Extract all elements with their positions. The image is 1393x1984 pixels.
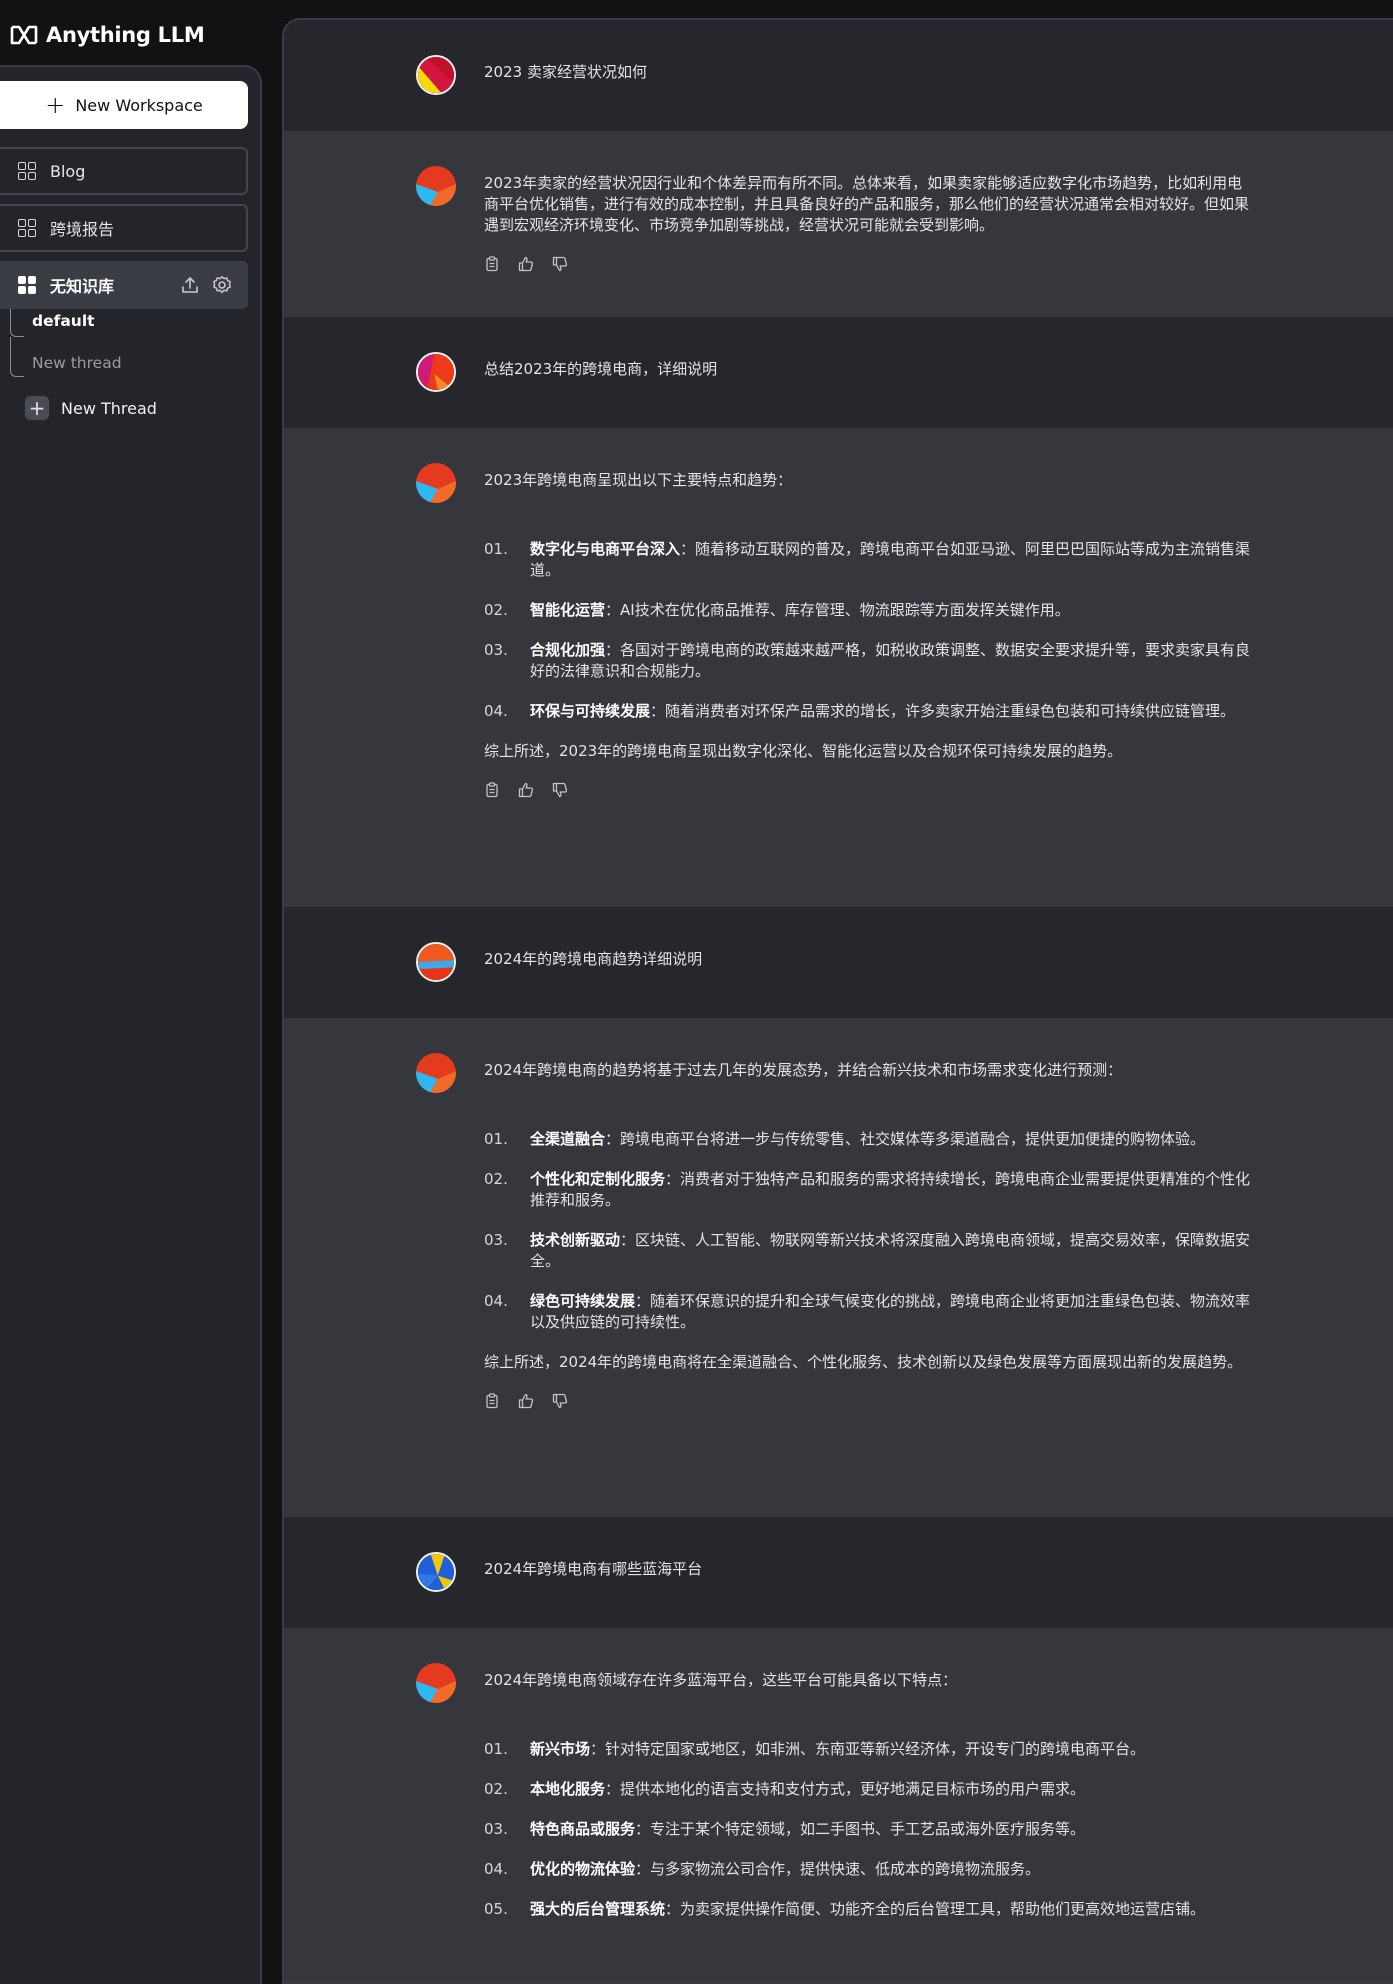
message-intro: 2024年跨境电商的趋势将基于过去几年的发展态势，并结合新兴技术和市场需求变化进… (484, 1061, 1123, 1079)
message-text: 总结2023年的跨境电商，详细说明 (484, 360, 718, 378)
user-message: 2023 卖家经营状况如何 (284, 20, 1393, 131)
user-message: 2024年跨境电商有哪些蓝海平台 (284, 1517, 1393, 1628)
new-workspace-button[interactable]: + New Workspace (0, 81, 248, 129)
numbered-list: 01. 新兴市场：针对特定国家或地区，如非洲、东南亚等新兴经济体，开设专门的跨境电… (484, 1739, 1254, 1920)
copy-icon[interactable] (484, 1393, 500, 1409)
message-summary: 综上所述，2024年的跨境电商将在全渠道融合、个性化服务、技术创新以及绿色发展等… (484, 1353, 1243, 1371)
workspace-label: 无知识库 (50, 277, 115, 296)
workspace-label: 跨境报告 (50, 220, 115, 239)
user-message: 总结2023年的跨境电商，详细说明 (284, 317, 1393, 428)
numbered-list: 01. 全渠道融合：跨境电商平台将进一步与传统零售、社交媒体等多渠道融合，提供更加… (484, 1129, 1254, 1333)
workspace-item-cross-border-report[interactable]: 跨境报告 (0, 204, 248, 252)
new-thread-button[interactable]: + New Thread (25, 396, 157, 420)
list-item: 02. 本地化服务：提供本地化的语言支持和支付方式，更好地满足目标市场的用户需求。 (484, 1780, 1086, 1798)
list-item: 03. 特色商品或服务：专注于某个特定领域，如二手图书、手工艺品或海外医疗服务等。 (484, 1820, 1086, 1838)
assistant-message: 2024年跨境电商领域存在许多蓝海平台，这些平台可能具备以下特点： 01. 新兴市… (284, 1628, 1393, 1982)
new-thread-label: New Thread (61, 398, 157, 418)
thread-item-default[interactable]: default (32, 312, 95, 330)
thumbs-up-icon[interactable] (518, 782, 534, 798)
workspace-label: Blog (50, 161, 86, 181)
gear-icon[interactable] (212, 275, 232, 295)
list-item: 03. 技术创新驱动：区块链、人工智能、物联网等新兴技术将深度融入跨境电商领域，提… (484, 1231, 1251, 1270)
user-avatar (416, 1552, 456, 1592)
list-item: 01. 数字化与电商平台深入：随着移动互联网的普及，跨境电商平台如亚马逊、阿里巴巴… (484, 540, 1251, 579)
thumbs-up-icon[interactable] (518, 256, 534, 272)
anything-llm-logo-icon (10, 25, 38, 45)
list-item: 04. 优化的物流体验：与多家物流公司合作，提供快速、低成本的跨境物流服务。 (484, 1860, 1041, 1878)
thumbs-down-icon[interactable] (552, 1393, 568, 1409)
plus-icon: + (45, 91, 66, 119)
app-logo: Anything LLM (10, 20, 205, 50)
assistant-avatar (416, 463, 456, 503)
workspace-item-blog[interactable]: Blog (0, 147, 248, 195)
assistant-avatar (416, 1053, 456, 1093)
plus-icon: + (25, 396, 49, 420)
list-item: 04. 环保与可持续发展：随着消费者对环保产品需求的增长，许多卖家开始注重绿色包装… (484, 702, 1236, 720)
copy-icon[interactable] (484, 782, 500, 798)
upload-icon[interactable] (180, 275, 200, 295)
message-intro: 2023年跨境电商呈现出以下主要特点和趋势： (484, 471, 793, 489)
list-item: 05. 强大的后台管理系统：为卖家提供操作简便、功能齐全的后台管理工具，帮助他们更… (484, 1900, 1206, 1918)
app-title: Anything LLM (46, 23, 205, 47)
list-item: 01. 全渠道融合：跨境电商平台将进一步与传统零售、社交媒体等多渠道融合，提供更加… (484, 1130, 1206, 1148)
thumbs-up-icon[interactable] (518, 1393, 534, 1409)
grid-icon (18, 162, 36, 180)
list-item: 03. 合规化加强：各国对于跨境电商的政策越来越严格，如税收政策调整、数据安全要求… (484, 641, 1251, 680)
message-intro: 2024年跨境电商领域存在许多蓝海平台，这些平台可能具备以下特点： (484, 1671, 958, 1689)
message-text: 2024年的跨境电商趋势详细说明 (484, 950, 703, 968)
numbered-list: 01. 数字化与电商平台深入：随着移动互联网的普及，跨境电商平台如亚马逊、阿里巴巴… (484, 539, 1254, 722)
sidebar: + New Workspace Blog 跨境报告 无知识库 default N… (0, 65, 262, 1984)
assistant-message: 2023年跨境电商呈现出以下主要特点和趋势： 01. 数字化与电商平台深入：随着移… (284, 428, 1393, 907)
thread-item-new-thread[interactable]: New thread (32, 354, 122, 372)
thread-tree-line (10, 309, 24, 337)
grid-icon (18, 219, 36, 237)
list-item: 01. 新兴市场：针对特定国家或地区，如非洲、东南亚等新兴经济体，开设专门的跨境电… (484, 1740, 1146, 1758)
user-avatar (416, 352, 456, 392)
assistant-avatar (416, 1663, 456, 1703)
list-item: 04. 绿色可持续发展：随着环保意识的提升和全球气候变化的挑战，跨境电商企业将更加… (484, 1292, 1251, 1331)
thread-tree-line (10, 337, 24, 377)
thumbs-down-icon[interactable] (552, 256, 568, 272)
user-message: 2024年的跨境电商趋势详细说明 (284, 907, 1393, 1018)
workspace-item-no-knowledge-base[interactable]: 无知识库 (0, 261, 248, 309)
message-text: 2024年跨境电商有哪些蓝海平台 (484, 1560, 703, 1578)
grid-icon (18, 276, 36, 294)
list-item: 02. 智能化运营：AI技术在优化商品推荐、库存管理、物流跟踪等方面发挥关键作用。 (484, 601, 1070, 619)
message-summary: 综上所述，2023年的跨境电商呈现出数字化深化、智能化运营以及合规环保可持续发展… (484, 742, 1123, 760)
copy-icon[interactable] (484, 256, 500, 272)
assistant-avatar (416, 166, 456, 206)
message-text: 2023年卖家的经营状况因行业和个体差异而有所不同。总体来看，如果卖家能够适应数… (484, 174, 1250, 234)
chat-history[interactable]: 2023 卖家经营状况如何 2023年卖家的经营状况因行业和个体差异而有所不同。… (282, 18, 1393, 1984)
assistant-message: 2023年卖家的经营状况因行业和个体差异而有所不同。总体来看，如果卖家能够适应数… (284, 131, 1393, 317)
user-avatar (416, 55, 456, 95)
assistant-message: 2024年跨境电商的趋势将基于过去几年的发展态势，并结合新兴技术和市场需求变化进… (284, 1018, 1393, 1517)
new-workspace-label: New Workspace (75, 95, 203, 115)
message-text: 2023 卖家经营状况如何 (484, 63, 647, 81)
user-avatar (416, 942, 456, 982)
list-item: 02. 个性化和定制化服务：消费者对于独特产品和服务的需求将持续增长，跨境电商企业… (484, 1170, 1251, 1209)
thumbs-down-icon[interactable] (552, 782, 568, 798)
